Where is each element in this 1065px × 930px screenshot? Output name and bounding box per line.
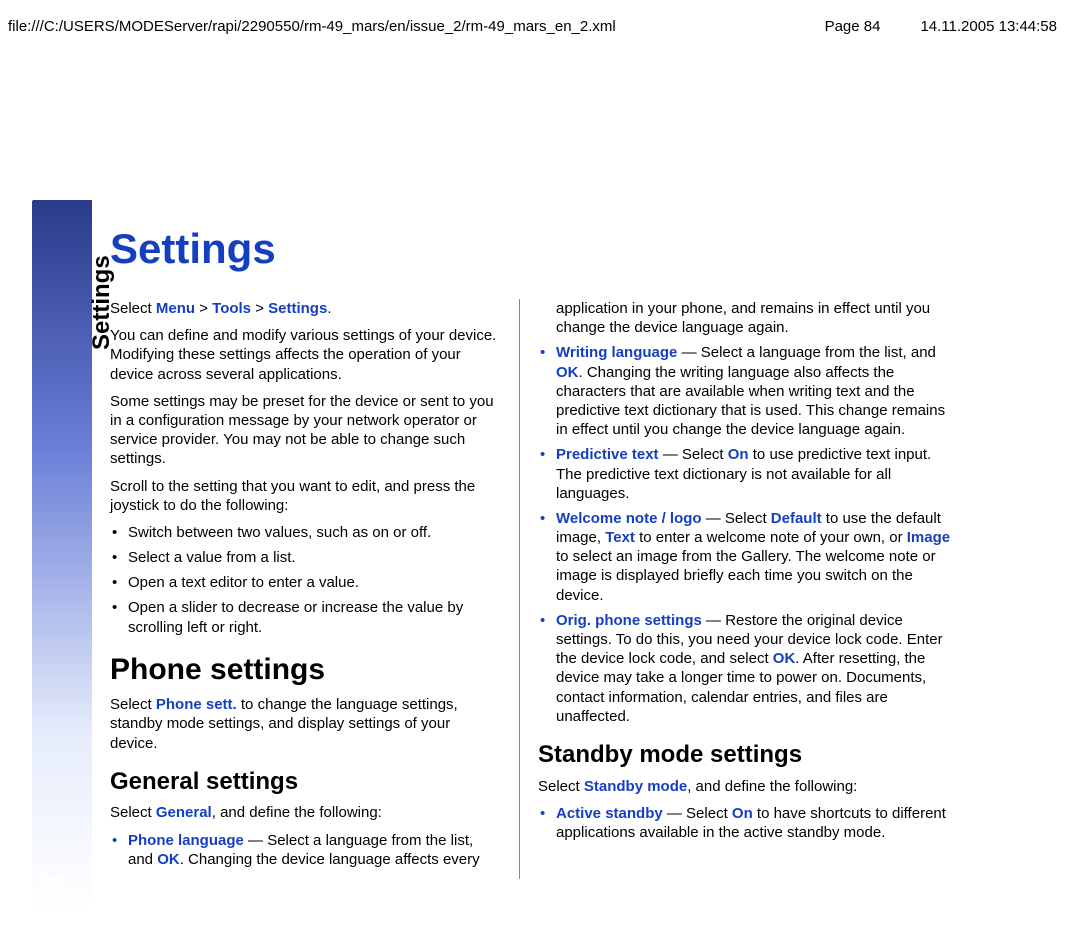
page-indicator: Page 84 (825, 18, 881, 35)
ok-label: OK (773, 650, 796, 667)
phone-settings-heading: Phone settings (110, 651, 501, 689)
text-label: Text (605, 529, 635, 546)
side-bar-gradient (32, 200, 92, 910)
general-list-right: Writing language — Select a language fro… (538, 343, 952, 726)
text: Select a language from the list, and (701, 344, 936, 361)
phone-settings-text: Select Phone sett. to change the languag… (110, 695, 501, 753)
text: — (677, 344, 700, 361)
file-path: file:///C:/USERS/MODEServer/rapi/2290550… (8, 18, 616, 35)
text: — (244, 832, 267, 849)
text: to enter a welcome note of your own, or (635, 529, 907, 546)
text: , and define the following: (687, 778, 857, 795)
text: Select (686, 805, 732, 822)
tools-link: Tools (212, 300, 251, 317)
list-item: Writing language — Select a language fro… (538, 343, 952, 439)
standby-lead: Select Standby mode, and define the foll… (538, 777, 952, 796)
breadcrumb-line: Select Menu > Tools > Settings. (110, 299, 501, 318)
text: — (702, 612, 725, 629)
image-label: Image (907, 529, 950, 546)
general-settings-lead: Select General, and define the following… (110, 803, 501, 822)
list-item: Predictive text — Select On to use predi… (538, 445, 952, 503)
text: . Changing the device language affects e… (180, 851, 480, 868)
print-header: file:///C:/USERS/MODEServer/rapi/2290550… (0, 18, 1065, 35)
default-label: Default (771, 510, 822, 527)
text: Select (110, 804, 156, 821)
text: to select an image from the Gallery. The… (556, 548, 936, 603)
text: . (327, 300, 331, 317)
text: Select (110, 696, 156, 713)
settings-link: Settings (268, 300, 327, 317)
predictive-text-label: Predictive text (556, 446, 659, 463)
phone-language-label: Phone language (128, 832, 244, 849)
list-item: Open a slider to decrease or increase th… (110, 598, 501, 636)
columns: Select Menu > Tools > Settings. You can … (110, 299, 1030, 879)
standby-list: Active standby — Select On to have short… (538, 804, 952, 842)
content: Settings Select Menu > Tools > Settings.… (110, 225, 1030, 915)
list-item: Orig. phone settings — Restore the origi… (538, 611, 952, 726)
phone-sett-link: Phone sett. (156, 696, 237, 713)
column-right: application in your phone, and remains i… (520, 299, 952, 879)
text: > (195, 300, 212, 317)
column-left: Select Menu > Tools > Settings. You can … (110, 299, 520, 879)
list-item: Welcome note / logo — Select Default to … (538, 509, 952, 605)
text: Select (725, 510, 771, 527)
intro-p2: You can define and modify various settin… (110, 326, 501, 384)
list-item: Active standby — Select On to have short… (538, 804, 952, 842)
writing-language-label: Writing language (556, 344, 677, 361)
side-tab: Settings (32, 200, 92, 910)
text: > (251, 300, 268, 317)
intro-p4: Scroll to the setting that you want to e… (110, 477, 501, 515)
on-label: On (728, 446, 749, 463)
general-list-left: Phone language — Select a language from … (110, 831, 501, 869)
text: — (663, 805, 686, 822)
on-label: On (732, 805, 753, 822)
text: — (659, 446, 682, 463)
standby-heading: Standby mode settings (538, 740, 952, 771)
intro-p3: Some settings may be preset for the devi… (110, 392, 501, 469)
orig-phone-settings-label: Orig. phone settings (556, 612, 702, 629)
list-item: Switch between two values, such as on or… (110, 523, 501, 542)
text: Select (538, 778, 584, 795)
page-number: 84 (40, 870, 64, 896)
text: Select (682, 446, 728, 463)
general-settings-heading: General settings (110, 767, 501, 798)
general-link: General (156, 804, 212, 821)
welcome-note-label: Welcome note / logo (556, 510, 702, 527)
list-item: Open a text editor to enter a value. (110, 573, 501, 592)
active-standby-label: Active standby (556, 805, 663, 822)
text: — (702, 510, 725, 527)
list-item: Select a value from a list. (110, 548, 501, 567)
datetime: 14.11.2005 13:44:58 (920, 18, 1057, 35)
standby-mode-link: Standby mode (584, 778, 687, 795)
continuation: application in your phone, and remains i… (556, 299, 952, 337)
ok-label: OK (556, 364, 579, 381)
text: . Changing the writing language also aff… (556, 364, 945, 439)
list-item: Phone language — Select a language from … (110, 831, 501, 869)
ok-label: OK (157, 851, 180, 868)
menu-link: Menu (156, 300, 195, 317)
page-title: Settings (110, 225, 1030, 273)
text: , and define the following: (212, 804, 382, 821)
text: Select (110, 300, 156, 317)
intro-bullets: Switch between two values, such as on or… (110, 523, 501, 637)
